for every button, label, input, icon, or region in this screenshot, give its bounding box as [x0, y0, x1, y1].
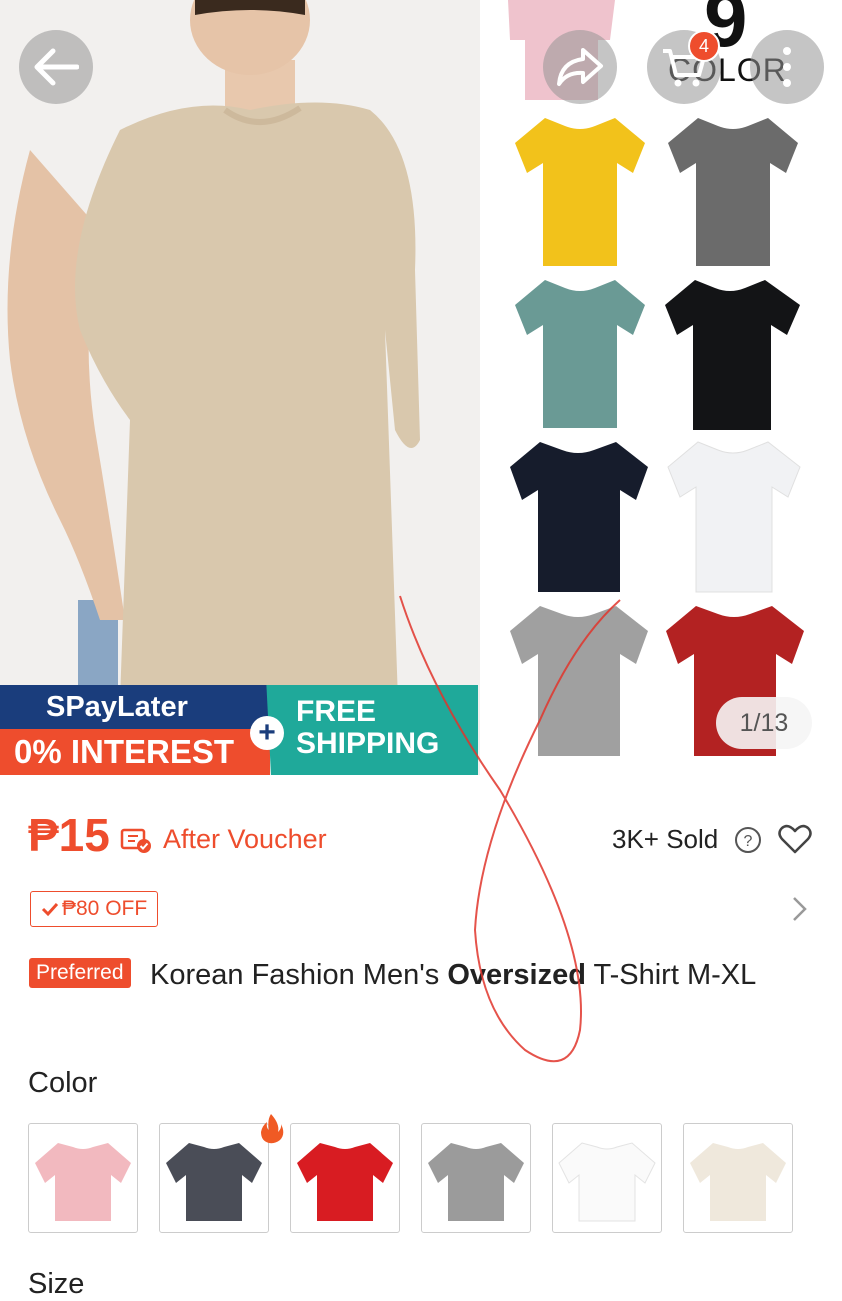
- color-grid-photo: [480, 0, 842, 775]
- back-arrow-icon: [34, 48, 79, 86]
- model-photo: [0, 0, 480, 775]
- discount-voucher-tag[interactable]: ₱80 OFF: [30, 891, 159, 927]
- title-bold: Oversized: [447, 959, 586, 991]
- product-image-carousel[interactable]: 9 COLOR 4 SPayLater 0% INTEREST + FREE S…: [0, 0, 842, 775]
- color-option-cream[interactable]: [683, 1123, 793, 1233]
- image-page-counter: 1/13: [716, 697, 812, 749]
- fire-icon: [261, 1114, 284, 1144]
- back-button[interactable]: [19, 30, 93, 104]
- sold-count: 3K+ Sold: [612, 824, 719, 854]
- svg-text:?: ?: [744, 833, 753, 850]
- preferred-badge: Preferred: [29, 958, 131, 988]
- spaylater-banner: SPayLater 0% INTEREST: [0, 685, 270, 775]
- size-section-label: Size: [28, 1268, 85, 1300]
- free-shipping-line1: FREE: [296, 695, 377, 728]
- check-icon: [41, 902, 59, 917]
- share-icon: [557, 48, 603, 86]
- more-options-button[interactable]: [750, 30, 824, 104]
- price: ₱15: [28, 809, 110, 861]
- color-option-gray[interactable]: [421, 1123, 531, 1233]
- title-part1: Korean Fashion Men's: [150, 959, 448, 991]
- plus-icon: +: [250, 716, 284, 750]
- cart-count-badge: 4: [688, 30, 720, 62]
- free-shipping-line2: SHIPPING: [296, 727, 440, 760]
- favorite-heart-icon[interactable]: [778, 823, 812, 855]
- product-title: Korean Fashion Men's Oversized T-Shirt M…: [28, 956, 798, 995]
- color-section-label: Color: [28, 1067, 98, 1099]
- color-option-white[interactable]: [552, 1123, 662, 1233]
- title-part2: T-Shirt M-XL: [585, 959, 757, 991]
- color-option-pink[interactable]: [28, 1123, 138, 1233]
- color-option-red[interactable]: [290, 1123, 400, 1233]
- share-button[interactable]: [543, 30, 617, 104]
- chevron-right-icon[interactable]: [790, 894, 810, 924]
- interest-label: 0% INTEREST: [0, 729, 270, 775]
- after-voucher-label: After Voucher: [163, 824, 327, 854]
- more-icon: [783, 47, 791, 87]
- help-icon[interactable]: ?: [734, 826, 762, 854]
- discount-label: ₱80 OFF: [62, 897, 148, 920]
- free-shipping-text: FREE SHIPPING: [296, 696, 439, 760]
- spaylater-label: SPayLater: [0, 685, 270, 729]
- voucher-icon: [120, 828, 151, 853]
- color-option-charcoal[interactable]: [159, 1123, 269, 1233]
